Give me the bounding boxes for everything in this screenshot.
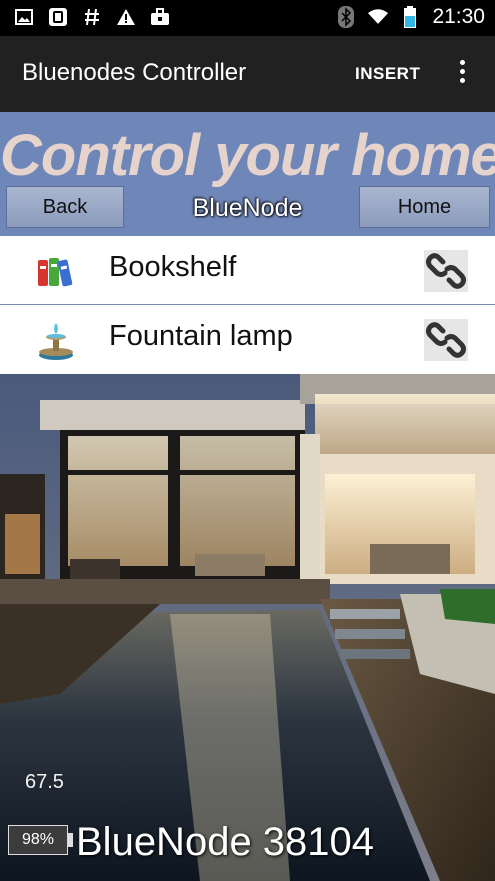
- temperature-readout: 67.5: [25, 771, 64, 793]
- app-title: Bluenodes Controller: [22, 59, 247, 86]
- overflow-menu-icon[interactable]: [452, 60, 472, 88]
- link-icon[interactable]: [424, 319, 468, 361]
- warning-icon: [116, 7, 136, 27]
- battery-tip: [68, 833, 73, 847]
- device-list: Bookshelf Fountain lamp: [0, 236, 495, 374]
- home-button[interactable]: Home: [359, 186, 490, 228]
- app-bar: Bluenodes Controller INSERT: [0, 36, 495, 112]
- hash-icon: [82, 7, 102, 27]
- briefcase-icon: [150, 7, 170, 27]
- books-icon: [36, 252, 76, 292]
- list-item-label: Bookshelf: [109, 251, 237, 283]
- hero-title: Control your home: [0, 123, 495, 188]
- list-item[interactable]: Fountain lamp: [0, 305, 495, 374]
- link-icon[interactable]: [424, 250, 468, 292]
- image-icon: [14, 7, 34, 27]
- clock: 21:30: [432, 5, 485, 28]
- node-battery-indicator: 98%: [8, 825, 68, 855]
- bluetooth-icon: [336, 6, 356, 28]
- fountain-icon: [36, 321, 76, 361]
- node-name: BlueNode 38104: [76, 820, 375, 864]
- house-background-image: [0, 374, 495, 881]
- notification-icons: [14, 7, 170, 27]
- status-bar: 21:30: [0, 0, 495, 36]
- insert-button[interactable]: INSERT: [355, 64, 420, 84]
- phone-icon: [48, 7, 68, 27]
- wifi-icon: [368, 7, 389, 27]
- list-item-label: Fountain lamp: [109, 320, 293, 352]
- system-icons: 21:30: [336, 5, 485, 29]
- hero-banner: Control your home Back BlueNode Home: [0, 112, 495, 236]
- battery-icon: [400, 6, 420, 28]
- list-item[interactable]: Bookshelf: [0, 236, 495, 305]
